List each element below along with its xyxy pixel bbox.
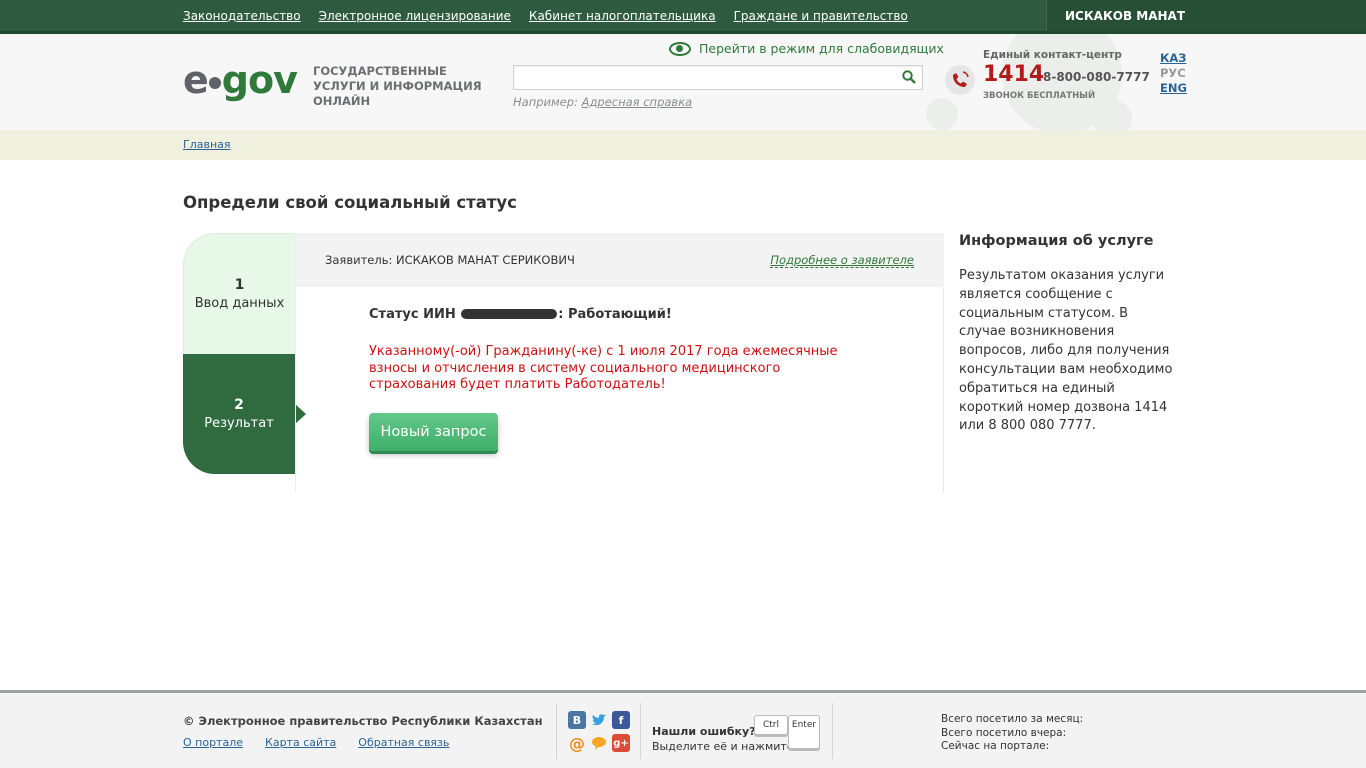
lang-rus: РУС: [1160, 66, 1186, 80]
step-number: 2: [234, 397, 244, 413]
search-example-link[interactable]: Адресная справка: [582, 95, 693, 109]
site-footer: © Электронное правительство Республики К…: [0, 690, 1366, 768]
ctrl-key-icon: Ctrl: [754, 715, 788, 735]
service-info-text: Результатом оказания услуги является соо…: [959, 268, 1173, 434]
footer-divider: [556, 703, 557, 759]
status-prefix: Статус ИИН: [369, 307, 456, 322]
user-menu[interactable]: ИСКАКОВ МАНАТ: [1046, 0, 1366, 31]
redacted-iin: [461, 309, 558, 319]
step-label: Ввод данных: [194, 296, 285, 311]
site-tagline: ГОСУДАРСТВЕННЫЕ УСЛУГИ И ИНФОРМАЦИЯ ОНЛА…: [313, 64, 482, 108]
footer-divider: [640, 703, 641, 759]
site-header: e gov ГОСУДАРСТВЕННЫЕ УСЛУГИ И ИНФОРМАЦИЯ…: [0, 34, 1366, 130]
top-nav-bar: Законодательство Электронное лицензирова…: [0, 0, 1366, 34]
footer-link-sitemap[interactable]: Карта сайта: [265, 736, 336, 749]
footer-link-feedback[interactable]: Обратная связь: [358, 736, 449, 749]
warning-message: Указанному(-ой) Гражданину(-ке) с 1 июля…: [369, 344, 838, 392]
lang-kaz[interactable]: КАЗ: [1160, 51, 1187, 65]
search-input[interactable]: [514, 66, 894, 89]
status-value: : Работающий!: [558, 307, 672, 322]
stats-now: Сейчас на портале:: [941, 740, 1050, 752]
applicant-name: Заявитель: ИСКАКОВ МАНАТ СЕРИКОВИЧ: [325, 253, 575, 267]
low-vision-label: Перейти в режим для слабовидящих: [699, 41, 944, 56]
eye-icon: [669, 41, 691, 56]
nav-link-citizens[interactable]: Граждане и правительство: [734, 9, 908, 23]
search-icon[interactable]: [902, 70, 916, 84]
nav-link-legislation[interactable]: Законодательство: [183, 9, 301, 23]
step-number: 1: [234, 277, 245, 293]
user-name[interactable]: ИСКАКОВ МАНАТ: [1065, 9, 1185, 23]
step-input-data[interactable]: 1 Ввод данных: [183, 233, 295, 354]
enter-key-icon: Enter: [788, 715, 820, 749]
logo-gov: gov: [221, 58, 298, 102]
twitter-icon[interactable]: [590, 711, 608, 729]
footer-link-about[interactable]: О портале: [183, 736, 243, 749]
nav-link-taxpayer[interactable]: Кабинет налогоплательщика: [529, 9, 716, 23]
service-info-title: Информация об услуге: [959, 233, 1154, 249]
egov-logo[interactable]: e gov: [183, 58, 298, 102]
google-plus-icon[interactable]: g+: [612, 734, 630, 752]
mailru-icon[interactable]: @: [568, 734, 586, 753]
breadcrumb-home[interactable]: Главная: [183, 138, 231, 151]
step-label: Результат: [204, 416, 274, 431]
search-example-prefix: Например:: [513, 95, 578, 109]
phone-icon: [945, 65, 975, 95]
applicant-header: Заявитель: ИСКАКОВ МАНАТ СЕРИКОВИЧ Подро…: [296, 233, 944, 287]
result-panel: Заявитель: ИСКАКОВ МАНАТ СЕРИКОВИЧ Подро…: [295, 233, 944, 492]
footer-links: О портале Карта сайта Обратная связь: [183, 736, 449, 749]
found-error-title: Нашли ошибку?: [652, 725, 756, 738]
footer-divider: [832, 703, 833, 759]
vk-icon[interactable]: В: [568, 711, 586, 729]
found-error-text: Выделите её и нажмите: [652, 740, 794, 753]
new-request-button[interactable]: Новый запрос: [369, 413, 498, 451]
facebook-icon[interactable]: f: [612, 711, 630, 729]
copyright: © Электронное правительство Республики К…: [183, 714, 543, 728]
contact-center-title: Единый контакт-центр: [983, 49, 1122, 61]
phone-short-number: 1414: [983, 62, 1045, 87]
phone-long-number: 8-800-080-7777: [1043, 70, 1150, 84]
stats-yesterday: Всего посетило вчера:: [941, 726, 1067, 739]
lang-eng[interactable]: ENG: [1160, 81, 1187, 95]
logo-e: e: [183, 58, 209, 102]
language-switcher: КАЗ РУС ENG: [1160, 51, 1187, 95]
stats-month: Всего посетило за месяц:: [941, 713, 1084, 725]
visit-stats: Всего посетило за месяц: Всего посетило …: [941, 713, 1083, 754]
logo-dot: [208, 77, 221, 89]
page-title: Определи свой социальный статус: [183, 193, 517, 212]
top-nav: Законодательство Электронное лицензирова…: [183, 9, 908, 23]
step-result: 2 Результат: [183, 354, 306, 474]
social-links: В f @ g+: [568, 711, 630, 753]
search-example: Например: Адресная справка: [513, 95, 692, 109]
applicant-details-link[interactable]: Подробнее о заявителе: [770, 253, 914, 268]
nav-link-licensing[interactable]: Электронное лицензирование: [319, 9, 511, 23]
breadcrumb: Главная: [0, 130, 1366, 160]
low-vision-link[interactable]: Перейти в режим для слабовидящих: [669, 41, 944, 56]
phone-free-note: ЗВОНОК БЕСПЛАТНЫЙ: [983, 91, 1096, 101]
wizard-steps: 1 Ввод данных 2 Результат: [183, 233, 306, 474]
search-box: [513, 65, 923, 90]
status-line: Статус ИИН : Работающий!: [369, 307, 672, 322]
chat-icon[interactable]: [590, 734, 608, 752]
